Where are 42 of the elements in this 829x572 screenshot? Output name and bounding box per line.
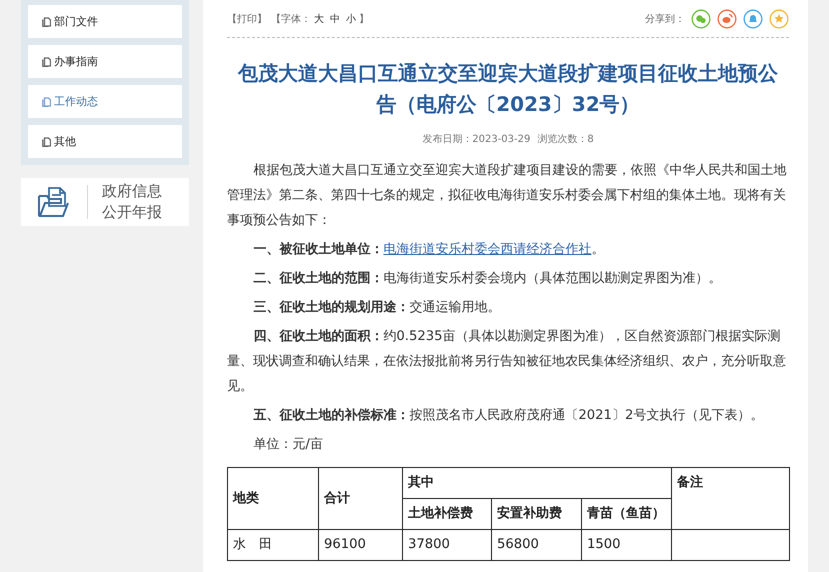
table-cell: 土地补偿费	[402, 498, 492, 530]
paragraph: 一、被征收土地单位：电海街道安乐村委会西请经济合作社。	[252, 241, 606, 259]
report-title-line: 政府信息	[102, 181, 162, 202]
share-label: 分享到：	[645, 12, 685, 26]
document-icon	[42, 56, 51, 66]
font-size-option[interactable]: 小	[346, 12, 356, 26]
table-cell: 合计	[318, 468, 402, 530]
report-title-line: 公开年报	[102, 202, 162, 223]
paragraph: 二、征收土地的范围：电海街道安乐村委会境内（具体范围以勘测定界图为准）。	[252, 270, 722, 288]
font-size-option[interactable]: 中	[330, 12, 340, 26]
print-link[interactable]: 【打印】	[227, 12, 267, 26]
font-size-label: 【字体：	[271, 12, 311, 26]
paragraph: 四、征收土地的面积：约0.5235亩（具体以勘测定界图为准），区自然资源部门根据实际测量、现状调查和确认结果，在依法报批前将另行告知被征地农民集体经济组织、农户，充分听取意见。	[227, 328, 787, 396]
font-size-bracket: 】	[359, 12, 369, 26]
publish-date: 发布日期：2023-03-29	[422, 132, 530, 146]
article-title: 包茂大道大昌口互通立交至迎宾大道段扩建项目征收土地预公告（电府公〔2023〕32号）	[236, 60, 779, 118]
table-cell: 备注	[672, 468, 790, 530]
sidebar-item[interactable]: 其他	[28, 125, 182, 158]
table-cell: 96100	[318, 530, 402, 560]
table-cell: 安置补助费	[492, 498, 582, 530]
cooperative-link[interactable]: 电海街道安乐村委会西请经济合作社	[383, 242, 592, 257]
document-icon	[42, 96, 51, 106]
bell-icon[interactable]	[743, 8, 763, 28]
table-cell: 水 田	[228, 530, 318, 560]
paragraph: 五、征收土地的补偿标准：按照茂名市人民政府茂府通〔2021〕2号文执行（见下表）。	[252, 406, 764, 425]
table-cell: 56800	[492, 530, 582, 560]
paragraph: 根据包茂大道大昌口互通立交至迎宾大道段扩建项目建设的需要，依照《中华人民共和国土地管理法》第二条、第四十七条的规定，拟征收电海街道安乐村委会属下村组的集体土地。现将有关事项预公告如下：	[227, 162, 788, 230]
table-cell: 其中	[402, 468, 672, 498]
sidebar-item[interactable]: 办事指南	[28, 45, 182, 78]
font-size-option[interactable]: 大	[314, 12, 324, 26]
table-cell: 地类	[228, 468, 318, 530]
paragraph: 单位：元/亩	[252, 436, 324, 454]
document-icon	[42, 136, 51, 146]
annual-report-link[interactable]: 政府信息 公开年报	[21, 178, 189, 226]
sidebar-item[interactable]: 部门文件	[28, 5, 182, 38]
table-cell: 1500	[582, 530, 672, 560]
folder-document-icon	[37, 186, 69, 218]
sidebar-item[interactable]: 工作动态	[28, 85, 182, 118]
view-count: 浏览次数：8	[537, 132, 594, 146]
document-icon	[42, 16, 51, 26]
paragraph: 三、征收土地的规划用途：交通运输用地。	[252, 299, 502, 317]
table-cell: 37800	[402, 530, 492, 560]
